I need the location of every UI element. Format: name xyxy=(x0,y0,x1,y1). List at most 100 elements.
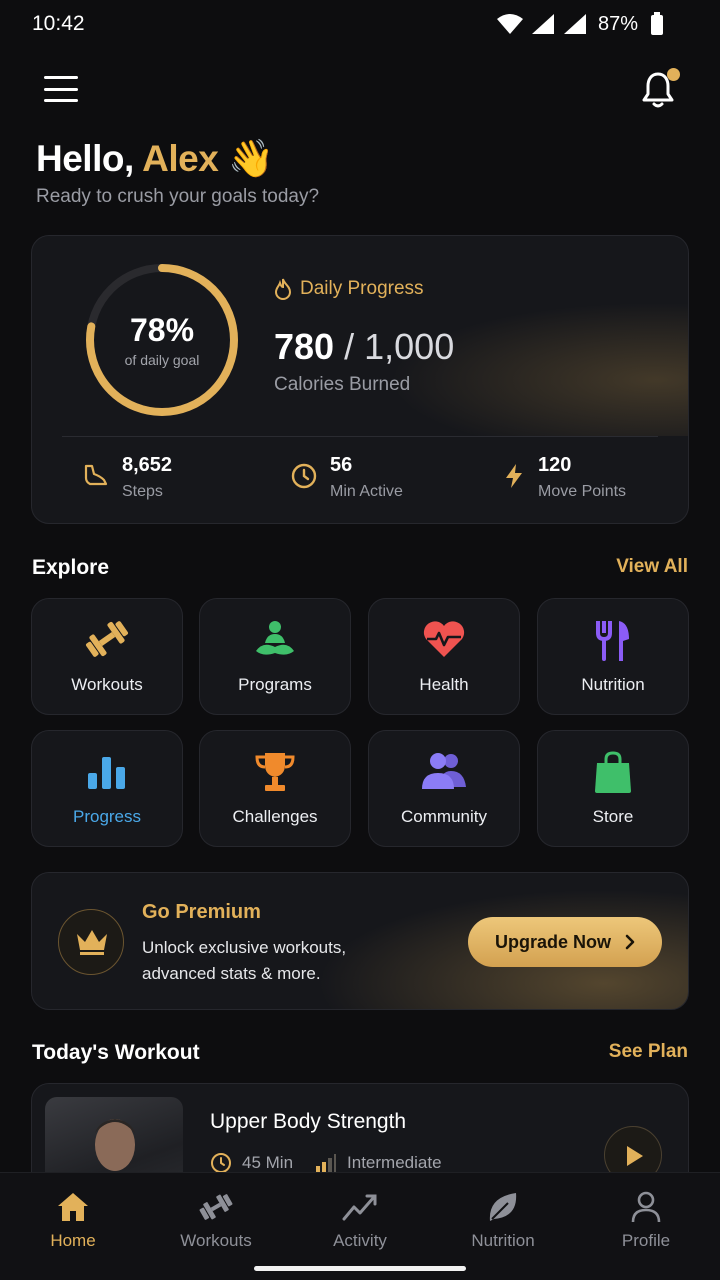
calories-current: 780 xyxy=(274,326,335,367)
home-icon xyxy=(58,1193,88,1221)
wifi-icon xyxy=(496,14,523,34)
tile-label: Health xyxy=(419,675,469,694)
stat-steps-label: Steps xyxy=(122,483,163,500)
progress-caption: of daily goal xyxy=(124,352,200,368)
tile-community[interactable]: Community xyxy=(368,730,520,847)
nav-home[interactable]: Home xyxy=(13,1187,133,1251)
meditation-icon xyxy=(256,621,294,655)
clock-icon xyxy=(291,463,317,489)
daily-progress-card[interactable]: 78% of daily goal Daily Progress 780 / 1… xyxy=(31,235,689,524)
bar-chart-icon xyxy=(88,757,125,789)
premium-title: Go Premium xyxy=(142,901,261,923)
see-plan-link[interactable]: See Plan xyxy=(609,1041,688,1063)
greeting-subtitle: Ready to crush your goals today? xyxy=(36,186,320,207)
upgrade-now-button[interactable]: Upgrade Now xyxy=(468,917,662,967)
stat-steps: 8,652 Steps xyxy=(82,454,172,501)
nav-label: Profile xyxy=(621,1231,671,1250)
stat-min-active-value: 56 xyxy=(330,454,353,476)
tile-health[interactable]: Health xyxy=(368,598,520,715)
home-indicator xyxy=(254,1266,466,1271)
stat-min-active: 56 Min Active xyxy=(290,454,403,501)
stat-min-active-label: Min Active xyxy=(330,483,403,500)
shoe-icon xyxy=(84,464,108,486)
stat-move-points: 120 Move Points xyxy=(502,454,626,501)
progress-percent: 78% xyxy=(129,312,195,348)
dumbbell-icon xyxy=(199,1194,233,1220)
clock-icon xyxy=(211,1153,231,1173)
workout-level: Intermediate xyxy=(347,1153,442,1172)
premium-description: Unlock exclusive workouts, advanced stat… xyxy=(142,938,347,983)
greeting-heading: Hello, Alex 👋 xyxy=(36,138,274,181)
card-divider xyxy=(62,436,658,437)
battery-icon xyxy=(651,12,663,35)
explore-title: Explore xyxy=(32,556,110,579)
bottom-navigation: Home Workouts Activity Nutrition Profile xyxy=(0,1172,720,1280)
stat-move-points-value: 120 xyxy=(538,454,572,476)
tile-nutrition[interactable]: Nutrition xyxy=(537,598,689,715)
calories-line: 780 / 1,000 xyxy=(274,326,454,368)
people-icon xyxy=(422,753,466,789)
crown-icon xyxy=(77,930,107,955)
status-bar: 10:42 87% xyxy=(0,0,720,52)
tile-challenges[interactable]: Challenges xyxy=(199,730,351,847)
todays-workout-title: Today's Workout xyxy=(32,1041,200,1064)
calories-separator: / xyxy=(344,326,355,367)
battery-percent: 87% xyxy=(597,12,638,35)
stat-move-points-label: Move Points xyxy=(538,483,627,500)
status-icons: 87% xyxy=(496,12,664,36)
greeting-name: Alex xyxy=(142,138,219,179)
play-icon xyxy=(627,1146,643,1166)
tile-label: Workouts xyxy=(71,675,143,694)
greeting-hello: Hello, xyxy=(36,138,134,179)
premium-banner[interactable]: Go Premium Unlock exclusive workouts, ad… xyxy=(31,872,689,1010)
workout-meta: 45 Min Intermediate xyxy=(210,1152,442,1174)
nav-nutrition[interactable]: Nutrition xyxy=(443,1187,563,1251)
tile-label: Programs xyxy=(238,675,312,694)
flame-icon xyxy=(274,278,292,300)
person-icon xyxy=(631,1191,661,1223)
top-bar xyxy=(0,60,720,120)
tile-label: Community xyxy=(401,807,487,826)
stat-steps-value: 8,652 xyxy=(122,454,173,476)
nav-label: Home xyxy=(50,1231,96,1250)
chevron-right-icon xyxy=(625,934,635,950)
status-time: 10:42 xyxy=(32,12,85,35)
daily-progress-label: Daily Progress xyxy=(274,278,424,300)
workout-duration: 45 Min xyxy=(242,1153,294,1172)
signal-icon-2 xyxy=(563,14,586,34)
heart-pulse-icon xyxy=(423,621,465,657)
tile-workouts[interactable]: Workouts xyxy=(31,598,183,715)
nav-label: Workouts xyxy=(180,1231,252,1250)
workout-name: Upper Body Strength xyxy=(210,1110,407,1133)
daily-progress-text: Daily Progress xyxy=(300,278,424,299)
tile-progress[interactable]: Progress xyxy=(31,730,183,847)
tile-label: Nutrition xyxy=(581,675,645,694)
leaf-icon xyxy=(489,1193,517,1221)
upgrade-button-label: Upgrade Now xyxy=(494,931,611,952)
tile-programs[interactable]: Programs xyxy=(199,598,351,715)
hamburger-menu-icon[interactable] xyxy=(44,76,78,102)
shopping-bag-icon xyxy=(595,751,631,793)
activity-icon xyxy=(342,1194,377,1221)
nav-activity[interactable]: Activity xyxy=(300,1187,420,1251)
calories-label: Calories Burned xyxy=(274,374,411,395)
calories-goal: 1,000 xyxy=(364,326,455,367)
view-all-link[interactable]: View All xyxy=(616,556,688,578)
tile-store[interactable]: Store xyxy=(537,730,689,847)
trophy-icon xyxy=(255,753,295,791)
level-bars-icon xyxy=(316,1154,337,1172)
signal-icon xyxy=(531,14,554,34)
bolt-icon xyxy=(506,464,522,488)
nav-workouts[interactable]: Workouts xyxy=(156,1187,276,1251)
nav-label: Activity xyxy=(333,1231,387,1250)
wave-emoji-icon: 👋 xyxy=(228,138,274,179)
tile-label: Challenges xyxy=(232,807,318,826)
nav-label: Nutrition xyxy=(471,1231,535,1250)
nav-profile[interactable]: Profile xyxy=(586,1187,706,1251)
dumbbell-icon xyxy=(85,621,129,657)
notification-dot xyxy=(667,68,680,81)
tile-label: Store xyxy=(592,807,634,826)
tile-label: Progress xyxy=(72,807,142,826)
fork-knife-icon xyxy=(596,621,629,661)
crown-badge xyxy=(58,909,124,975)
